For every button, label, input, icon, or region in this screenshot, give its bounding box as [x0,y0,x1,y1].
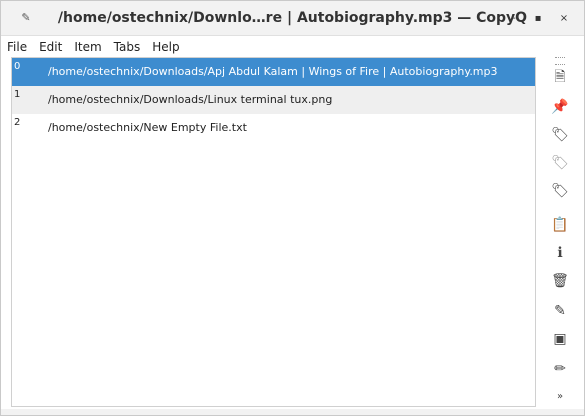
edit-notes-icon[interactable]: ▣ [550,329,570,349]
tag-dark-icon[interactable]: 🏷 [550,181,570,201]
item-index: 0 [14,61,21,72]
menu-help[interactable]: Help [152,37,179,57]
paste-icon[interactable]: 📋 [550,215,570,235]
window-bottom-border [1,409,584,415]
trash-icon[interactable]: 🗑 [550,271,570,291]
pencil-icon[interactable]: ✏ [550,359,570,379]
clipboard-item[interactable]: 0 /home/ostechnix/Downloads/Apj Abdul Ka… [12,58,535,86]
menu-edit[interactable]: Edit [39,37,62,57]
pin-icon[interactable]: 📌 [550,97,570,117]
clipboard-item[interactable]: 1 /home/ostechnix/Downloads/Linux termin… [12,86,535,114]
minimize-button[interactable]: - [507,12,521,26]
item-text: /home/ostechnix/New Empty File.txt [48,121,247,134]
tag-icon[interactable]: 🏷 [550,125,570,145]
close-button[interactable]: × [557,12,571,26]
item-text: /home/ostechnix/Downloads/Apj Abdul Kala… [48,65,498,78]
info-icon[interactable]: ℹ [550,243,570,263]
tag-light-icon[interactable]: 🏷 [550,153,570,173]
menu-file[interactable]: File [7,37,27,57]
new-item-icon[interactable]: 🗎 [550,67,570,87]
clipboard-list[interactable]: 0 /home/ostechnix/Downloads/Apj Abdul Ka… [11,57,536,407]
item-text: /home/ostechnix/Downloads/Linux terminal… [48,93,333,106]
toolbar-grip[interactable] [555,57,565,65]
clipboard-item[interactable]: 2 /home/ostechnix/New Empty File.txt [12,114,535,142]
title-bar[interactable]: ✎ /home/ostechnix/Downlo…re | Autobiogra… [1,1,584,36]
window-title: /home/ostechnix/Downlo…re | Autobiograph… [57,10,528,26]
more-chevron-icon[interactable]: » [550,391,570,405]
copyq-window: ✎ /home/ostechnix/Downlo…re | Autobiogra… [0,0,585,416]
item-toolbar: 🗎 📌 🏷 🏷 🏷 📋 ℹ 🗑 ✎ ▣ ✏ » [543,57,577,409]
edit-external-icon[interactable]: ✎ [550,301,570,321]
menu-tabs[interactable]: Tabs [114,37,141,57]
item-index: 2 [14,117,21,128]
menu-bar: File Edit Item Tabs Help [1,37,180,57]
item-index: 1 [14,89,21,100]
menu-item[interactable]: Item [74,37,101,57]
maximize-button[interactable]: ▪ [531,12,545,26]
